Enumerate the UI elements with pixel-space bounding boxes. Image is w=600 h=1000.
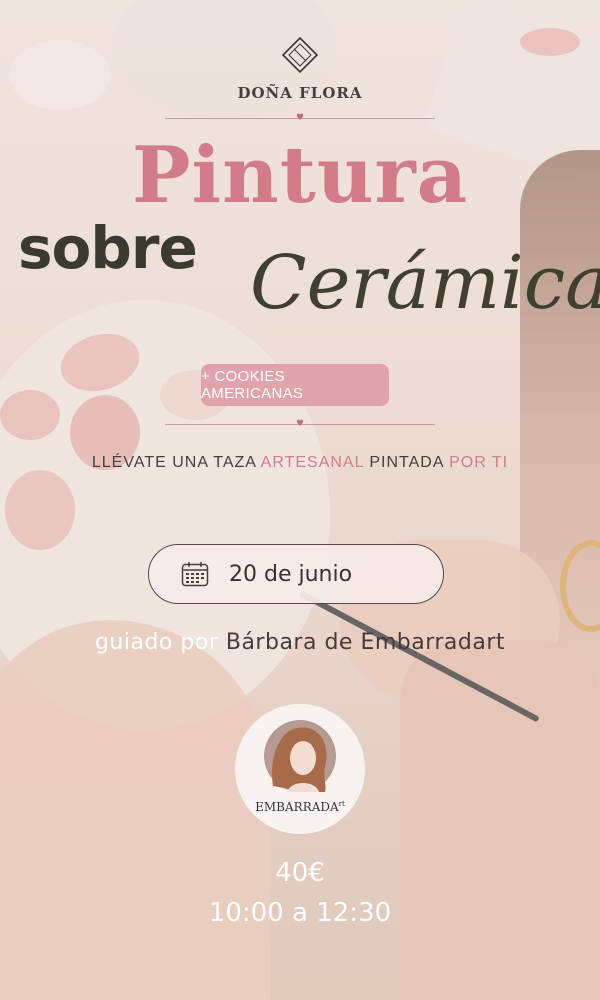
host-label: EMBARRADArt <box>235 800 365 814</box>
guided-by: guiado por Bárbara de Embarradart <box>0 630 600 655</box>
event-date: 20 de junio <box>229 561 353 587</box>
date-pill: 20 de junio <box>148 544 444 604</box>
title-line-3: Cerámica <box>250 240 600 326</box>
tagline-accent-2: POR TI <box>449 454 509 471</box>
price: 40€ <box>275 858 325 888</box>
tagline-accent-1: ARTESANAL <box>260 454 364 471</box>
brand-name: DOÑA FLORA <box>237 84 363 102</box>
guided-prefix: guiado por <box>94 630 226 655</box>
guide-name: Bárbara de Embarradart <box>225 630 506 655</box>
brand-logo <box>0 35 600 75</box>
host-label-text: EMBARRADA <box>255 800 339 814</box>
host-label-sup: rt <box>338 800 345 808</box>
tagline-part-1: LLÉVATE UNA TAZA <box>91 454 261 471</box>
cookies-badge: + COOKIES AMERICANAS <box>201 364 389 406</box>
woman-portrait-icon <box>264 720 336 792</box>
tagline: LLÉVATE UNA TAZA ARTESANAL PINTADA POR T… <box>0 454 600 472</box>
calendar-icon <box>181 562 209 587</box>
time-range: 10:00 a 12:30 <box>208 898 392 928</box>
diamond-logo-icon <box>281 36 319 74</box>
title-line-1: Pintura <box>131 130 469 221</box>
heart-icon: ♥ <box>296 113 305 123</box>
tagline-part-2: PINTADA <box>363 454 450 471</box>
host-avatar: EMBARRADArt <box>235 704 365 834</box>
heart-icon: ♥ <box>296 419 305 429</box>
title-line-2: sobre <box>18 214 198 282</box>
